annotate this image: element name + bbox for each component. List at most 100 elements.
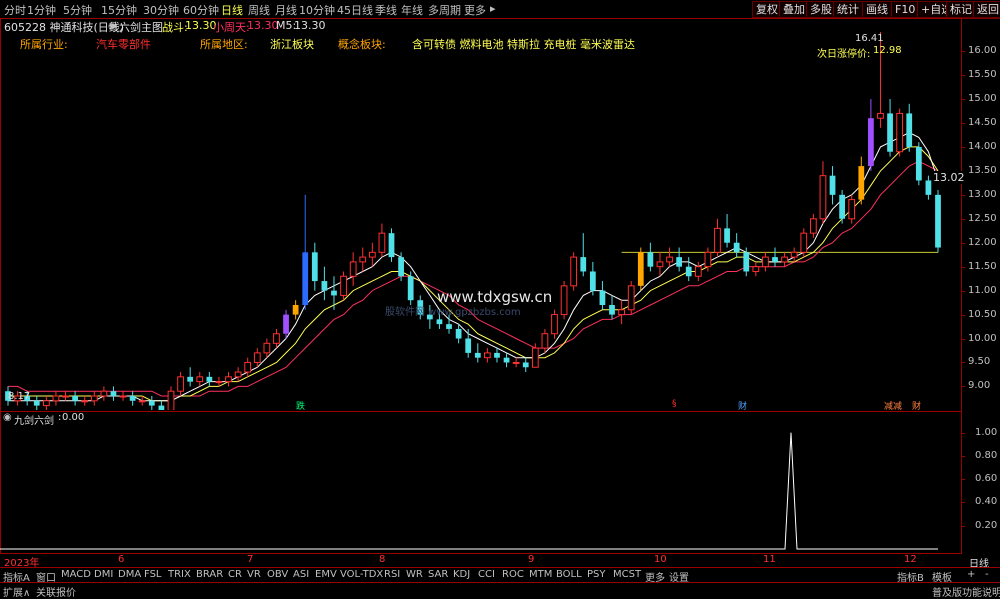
tongji-button[interactable]: 统计 [833, 1, 863, 18]
kline-chart[interactable] [0, 18, 960, 410]
price-tick-mark [961, 123, 965, 124]
candle-body [302, 252, 309, 305]
tf-year[interactable]: 年线 [401, 2, 423, 18]
last-price-label: 13.02 [933, 171, 965, 184]
tab-rsi[interactable]: RSI [384, 569, 400, 580]
tf-weekly[interactable]: 周线 [248, 2, 270, 18]
price-tick-label: 12.00 [968, 236, 997, 248]
candle-body [512, 361, 520, 364]
tab-dmi[interactable]: DMI [94, 569, 113, 580]
candle-body [349, 261, 357, 277]
candle-body [896, 112, 904, 153]
tab-emv[interactable]: EMV [315, 569, 337, 580]
tf-quarter[interactable]: 季线 [375, 2, 397, 18]
tf-multi[interactable]: 多周期 [428, 2, 461, 18]
candle-body [398, 257, 404, 277]
price-tick-mark [961, 51, 965, 53]
price-tick-mark [961, 75, 965, 77]
tab-wr[interactable]: WR [406, 569, 423, 580]
candle-body [206, 376, 213, 382]
duogu-button[interactable]: 多股 [806, 1, 836, 18]
tab-vol-tdx[interactable]: VOL-TDX [340, 569, 383, 580]
candle-body [110, 391, 117, 396]
tf-fenshi[interactable]: 分时 [4, 2, 26, 18]
tf-more[interactable]: 更多 [464, 2, 486, 18]
candle-body [446, 324, 452, 329]
price-tick-label: 12.50 [968, 212, 997, 224]
candle-body [925, 180, 932, 195]
tf-45day[interactable]: 45日线 [337, 2, 373, 18]
help-link[interactable]: 普及版功能说明 [932, 584, 1000, 599]
price-tick-label: 16.00 [968, 45, 997, 57]
date-axis: 2023年 6 7 8 9 10 11 12 [0, 553, 960, 569]
tf-monthly[interactable]: 月线 [275, 2, 297, 18]
zoom-in-button[interactable]: + [967, 569, 975, 580]
tf-daily[interactable]: 日线 [221, 2, 243, 18]
candle-body [714, 227, 721, 253]
sub-tick-mark [961, 525, 965, 527]
tab-psy[interactable]: PSY [587, 569, 606, 580]
tab-asi[interactable]: ASI [293, 569, 309, 580]
candle-body [321, 281, 328, 291]
candle-body [388, 233, 395, 258]
related-quote-button[interactable]: 关联报价 [36, 584, 76, 599]
tab-macd[interactable]: MACD [61, 569, 91, 580]
sub-indicator-chart[interactable] [0, 411, 960, 552]
tab-mcst[interactable]: MCST [613, 569, 641, 580]
tab-mtm[interactable]: MTM [529, 569, 552, 580]
diejia-button[interactable]: 叠加 [779, 1, 809, 18]
price-tick-label: 11.00 [968, 284, 997, 296]
tf-10min[interactable]: 10分钟 [299, 2, 335, 18]
candle-body [906, 113, 913, 147]
tab-fsl[interactable]: FSL [144, 569, 162, 580]
tf-1min[interactable]: 1分钟 [27, 2, 56, 18]
candle-body [935, 194, 941, 248]
candle-body [627, 285, 635, 311]
tf-30min[interactable]: 30分钟 [143, 2, 179, 18]
tab-sar[interactable]: SAR [428, 569, 448, 580]
tab-kdj[interactable]: KDJ [453, 569, 470, 580]
biaoji-button[interactable]: 标记 [946, 1, 976, 18]
ma-red-line [8, 160, 939, 397]
tab-obv[interactable]: OBV [267, 569, 288, 580]
price-tick-label: 14.50 [968, 117, 997, 128]
price-tick-label: 11.50 [968, 260, 997, 272]
sub-tick-label: 0.40 [975, 496, 998, 508]
tab-cci[interactable]: CCI [478, 569, 495, 580]
candle-body [455, 328, 462, 339]
tf-5min[interactable]: 5分钟 [63, 2, 92, 18]
back-button[interactable]: 返回 [973, 1, 1000, 18]
tf-60min[interactable]: 60分钟 [183, 2, 219, 18]
period-toolbar: 分时 1分钟 5分钟 15分钟 30分钟 60分钟 日线 周线 月线 10分钟 … [0, 0, 1000, 19]
fuquan-button[interactable]: 复权 [752, 1, 782, 18]
candle-body [100, 390, 108, 397]
candle-body [819, 175, 827, 220]
tab-brar[interactable]: BRAR [196, 569, 223, 580]
tf-15min[interactable]: 15分钟 [101, 2, 137, 18]
candle-body [52, 395, 60, 402]
date-label-8: 8 [379, 554, 386, 565]
f10-button[interactable]: F10 [891, 1, 920, 18]
candle-body [560, 285, 568, 316]
candle-body [368, 251, 376, 258]
candle-body [848, 199, 856, 220]
tab-dma[interactable]: DMA [118, 569, 141, 580]
tf-more-arrow-icon[interactable]: ▸ [490, 2, 496, 15]
candle-body [868, 118, 874, 167]
candle-body [685, 266, 692, 277]
tab-trix[interactable]: TRIX [168, 569, 191, 580]
price-tick-mark [961, 386, 965, 388]
price-tick-mark [961, 146, 965, 148]
zoom-out-button[interactable]: - [985, 569, 989, 580]
tab-boll[interactable]: BOLL [556, 569, 582, 580]
date-label-9: 9 [528, 554, 535, 565]
candle-body [138, 400, 146, 403]
tab-roc[interactable]: ROC [502, 569, 524, 580]
huaxian-button[interactable]: 画线 [862, 1, 892, 18]
candle-body [494, 352, 500, 358]
candle-body [407, 276, 414, 301]
high-price-label: 16.41 [855, 33, 884, 44]
expand-button[interactable]: 扩展∧ [3, 584, 30, 599]
tab-cr[interactable]: CR [228, 569, 242, 580]
tab-vr[interactable]: VR [247, 569, 261, 580]
